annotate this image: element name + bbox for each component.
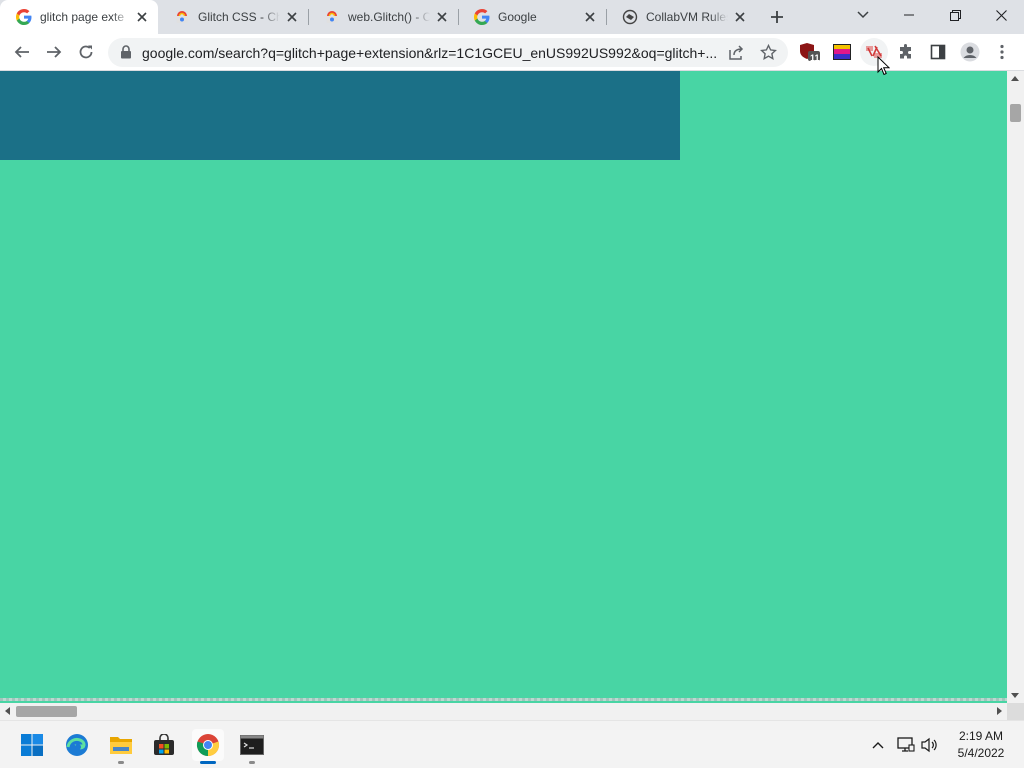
address-bar[interactable]: google.com/search?q=glitch+page+extensio…	[108, 38, 788, 67]
glitch-overlay-block	[0, 71, 680, 160]
tab-3[interactable]: Google	[458, 0, 606, 34]
tab-title: Glitch CSS - Chr	[198, 10, 280, 24]
minimize-button[interactable]	[886, 0, 932, 30]
extension-badge: 11	[810, 53, 820, 63]
side-panel-icon[interactable]	[924, 38, 952, 66]
close-tab-icon[interactable]	[134, 9, 150, 25]
show-hidden-icons-chevron-icon[interactable]	[868, 735, 888, 755]
tab-search-button[interactable]	[840, 0, 886, 30]
system-clock[interactable]: 2:19 AM 5/4/2022	[944, 728, 1018, 762]
google-g-icon	[474, 9, 490, 25]
lock-icon[interactable]	[120, 45, 132, 64]
tab-strip: glitch page exte Glitch CSS - Chr web.Gl…	[0, 0, 1024, 34]
running-indicator	[118, 761, 124, 764]
taskbar: 2:19 AM 5/4/2022	[0, 720, 1024, 768]
close-tab-icon[interactable]	[732, 9, 748, 25]
start-icon[interactable]	[16, 729, 48, 761]
bookmark-star-icon[interactable]	[760, 43, 777, 66]
scroll-left-arrow-icon[interactable]	[5, 707, 10, 715]
tab-4[interactable]: CollabVM Rules	[606, 0, 756, 34]
terminal-icon[interactable]	[236, 729, 268, 764]
horizontal-scrollbar[interactable]	[0, 703, 1007, 720]
forward-button[interactable]	[40, 38, 68, 66]
clock-date: 5/4/2022	[957, 746, 1005, 760]
scrollbar-corner	[1007, 703, 1024, 720]
restore-button[interactable]	[932, 0, 978, 30]
tab-title: web.Glitch() - C	[348, 10, 430, 24]
tab-1[interactable]: Glitch CSS - Chr	[158, 0, 308, 34]
close-tab-icon[interactable]	[284, 9, 300, 25]
collabvm-icon	[622, 9, 638, 25]
chrome-webstore-icon	[174, 9, 190, 25]
colorful-extension-icon[interactable]	[828, 38, 856, 66]
share-icon[interactable]	[728, 44, 745, 66]
network-icon[interactable]	[896, 735, 916, 755]
new-tab-button[interactable]	[766, 6, 788, 28]
close-tab-icon[interactable]	[582, 9, 598, 25]
tab-0[interactable]: glitch page exte	[0, 0, 158, 34]
mouse-cursor-icon	[877, 55, 891, 81]
tab-title: CollabVM Rules	[646, 10, 728, 24]
scroll-up-arrow-icon[interactable]	[1011, 76, 1019, 81]
extensions-puzzle-icon[interactable]	[892, 38, 920, 66]
vertical-scroll-thumb[interactable]	[1010, 104, 1021, 122]
google-g-icon	[16, 9, 32, 25]
browser-toolbar: google.com/search?q=glitch+page+extensio…	[0, 34, 1024, 71]
reload-button[interactable]	[72, 38, 100, 66]
close-tab-icon[interactable]	[434, 9, 450, 25]
back-button[interactable]	[8, 38, 36, 66]
vertical-scrollbar[interactable]	[1007, 71, 1024, 703]
running-indicator	[249, 761, 255, 764]
scroll-right-arrow-icon[interactable]	[997, 707, 1002, 715]
page-content[interactable]	[0, 71, 1007, 703]
chrome-icon[interactable]	[192, 729, 224, 764]
running-indicator	[200, 761, 216, 764]
volume-icon[interactable]	[920, 735, 940, 755]
store-icon[interactable]	[148, 729, 180, 761]
profile-avatar-icon[interactable]	[956, 38, 984, 66]
menu-kebab-icon[interactable]	[988, 38, 1016, 66]
scroll-down-arrow-icon[interactable]	[1011, 693, 1019, 698]
clock-time: 2:19 AM	[958, 729, 1004, 743]
file-explorer-icon[interactable]	[105, 729, 137, 764]
horizontal-scroll-thumb[interactable]	[16, 706, 77, 717]
glitch-scanline	[0, 698, 1007, 701]
tab-title: glitch page exte	[40, 10, 130, 24]
edge-icon[interactable]	[61, 729, 93, 761]
chrome-webstore-icon	[324, 9, 340, 25]
close-window-button[interactable]	[978, 0, 1024, 30]
tab-title: Google	[498, 10, 578, 24]
tab-2[interactable]: web.Glitch() - C	[308, 0, 458, 34]
ublock-extension-icon[interactable]: 11	[796, 38, 824, 66]
url-text: google.com/search?q=glitch+page+extensio…	[142, 45, 716, 61]
